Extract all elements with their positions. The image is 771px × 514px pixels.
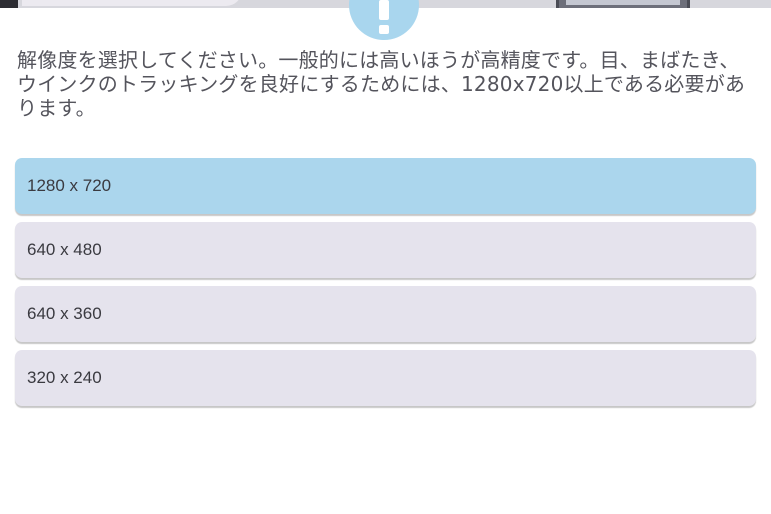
option-label: 1280 x 720 (27, 176, 112, 195)
preview-thumbnail-inner (566, 0, 680, 5)
resolution-option-640x480[interactable]: 640 x 480 (15, 222, 756, 278)
resolution-option-320x240[interactable]: 320 x 240 (15, 350, 756, 406)
resolution-options: 1280 x 720 640 x 480 640 x 360 320 x 240 (15, 158, 756, 414)
option-label: 320 x 240 (27, 368, 102, 387)
exclamation-icon (349, 0, 419, 40)
window-icon (0, 0, 18, 8)
resolution-option-640x360[interactable]: 640 x 360 (15, 286, 756, 342)
option-label: 640 x 480 (27, 240, 102, 259)
exclamation-dot (379, 25, 389, 34)
option-label: 640 x 360 (27, 304, 102, 323)
resolution-option-1280x720[interactable]: 1280 x 720 (15, 158, 756, 214)
resolution-dialog: 解像度を選択してください。一般的には高いほうが高精度です。目、まばたき、ウインク… (0, 0, 771, 514)
window-title-tab (22, 0, 242, 6)
exclamation-bar (379, 0, 389, 20)
dialog-description: 解像度を選択してください。一般的には高いほうが高精度です。目、まばたき、ウインク… (17, 48, 746, 120)
